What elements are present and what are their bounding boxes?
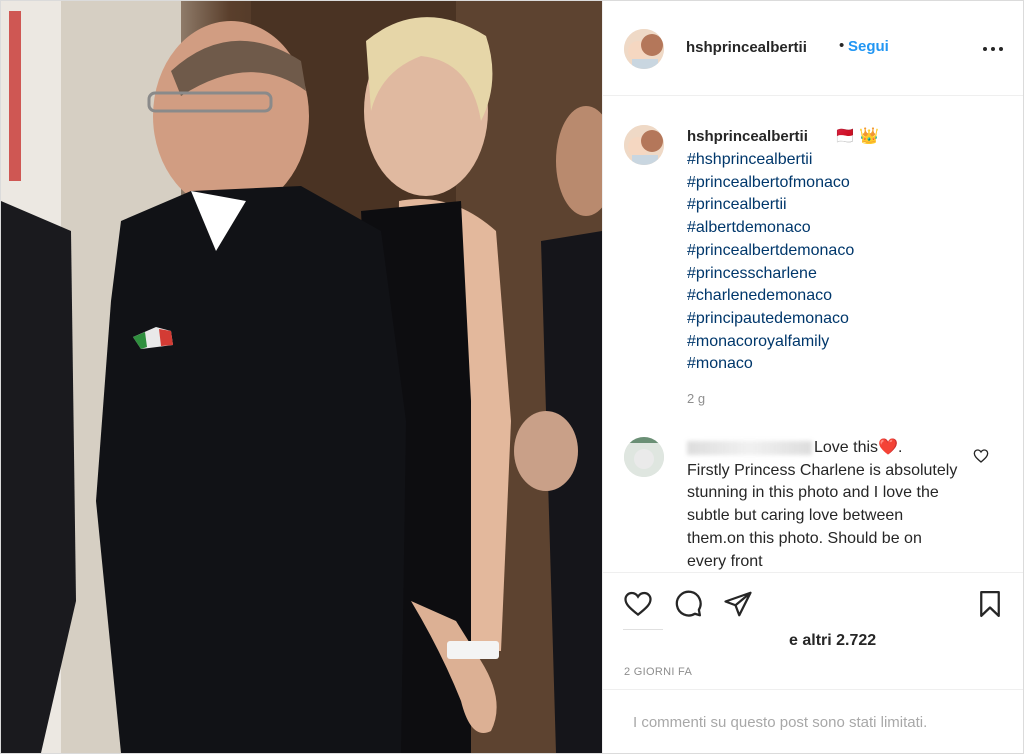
hashtag-link[interactable]: #monacoroyalfamily: [687, 331, 854, 354]
caption-timestamp[interactable]: 2 g: [687, 391, 705, 406]
likes-count[interactable]: e altri 2.722: [789, 632, 876, 650]
comment-text: Love this❤️. Firstly Princess Charlene i…: [687, 437, 962, 572]
hashtag-link[interactable]: #princesscharlene: [687, 263, 854, 286]
bookmark-icon-shape: [980, 591, 1000, 617]
hashtag-link[interactable]: #albertdemonaco: [687, 217, 854, 240]
post-photo[interactable]: [1, 1, 602, 753]
photo-illustration: [1, 1, 602, 753]
avatar[interactable]: [624, 29, 664, 69]
comment-avatar[interactable]: [624, 437, 664, 477]
hashtag-link[interactable]: #charlenedemonaco: [687, 285, 854, 308]
hashtag-list: #hshprincealbertii #princealbertofmonaco…: [687, 149, 854, 376]
heart-emoji: ❤️: [878, 439, 898, 456]
separator-dot: •: [839, 37, 845, 54]
avatar-image: [624, 29, 664, 69]
post-header: hshprincealbertii • Segui: [603, 1, 1023, 96]
share-icon[interactable]: [723, 589, 753, 619]
post-actions: e altri 2.722 2 GIORNI FA: [603, 572, 1023, 683]
caption-username[interactable]: hshprincealbertii: [687, 128, 808, 145]
like-comment-icon-shape: [973, 449, 989, 463]
avatar-image: [624, 125, 664, 165]
comments-limited-footer: I commenti su questo post sono stati lim…: [603, 689, 1023, 753]
comments-section[interactable]: hshprincealbertii 🇲🇨 👑 #hshprincealberti…: [603, 96, 1023, 572]
follow-button[interactable]: Segui: [848, 38, 889, 55]
hashtag-link[interactable]: #hshprincealbertii: [687, 149, 854, 172]
comment-icon-shape: [675, 590, 702, 617]
share-icon-shape: [724, 591, 752, 617]
comment-text-end: .: [897, 439, 903, 456]
caption-avatar[interactable]: [624, 125, 664, 165]
more-options-icon[interactable]: [981, 39, 1005, 59]
comment-body: Firstly Princess Charlene is absolutely …: [687, 461, 958, 570]
post-date[interactable]: 2 GIORNI FA: [624, 666, 692, 678]
heart-icon[interactable]: [623, 589, 653, 619]
heart-icon-shape: [624, 591, 652, 617]
hashtag-link[interactable]: #princealbertii: [687, 194, 854, 217]
comment-icon[interactable]: [673, 589, 703, 619]
bookmark-icon[interactable]: [975, 589, 1005, 619]
post-side-panel: hshprincealbertii • Segui hshprincealber…: [602, 1, 1023, 753]
caption-emoji: 🇲🇨 👑: [835, 128, 880, 145]
hashtag-link[interactable]: #princealbertdemonaco: [687, 240, 854, 263]
comment-text-start: Love this: [814, 439, 879, 456]
avatar-image: [624, 437, 664, 477]
hashtag-link[interactable]: #princealbertofmonaco: [687, 172, 854, 195]
post-window: hshprincealbertii • Segui hshprincealber…: [0, 0, 1024, 754]
like-comment-icon[interactable]: [973, 448, 989, 464]
comments-limited-text: I commenti su questo post sono stati lim…: [633, 714, 928, 731]
comment-username-redacted[interactable]: [687, 440, 812, 455]
liked-by-avatars: [623, 629, 663, 634]
hashtag-link[interactable]: #principautedemonaco: [687, 308, 854, 331]
header-username[interactable]: hshprincealbertii: [686, 39, 807, 56]
hashtag-link[interactable]: #monaco: [687, 353, 854, 376]
